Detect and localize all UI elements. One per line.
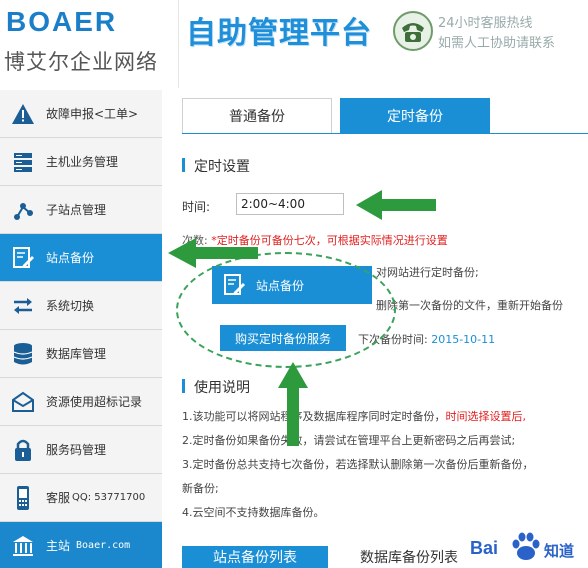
instruction-line-1-red: 时间选择设置后,: [445, 410, 527, 423]
sidebar-item-label: 系统切换: [46, 299, 95, 313]
sidebar-item-customer-service[interactable]: 客服 QQ: 53771700: [0, 474, 162, 522]
company-name: 博艾尔企业网络: [4, 50, 158, 74]
sidebar-item-site-backup[interactable]: 站点备份: [0, 234, 162, 282]
tab-normal-backup[interactable]: 普通备份: [182, 98, 332, 134]
sidebar-item-label: 资源使用超标记录: [46, 395, 143, 409]
database-icon: [0, 330, 46, 378]
sidebar-item-resource-records[interactable]: 资源使用超标记录: [0, 378, 162, 426]
instruction-line-4: 4.云空间不支持数据库备份。: [182, 506, 325, 519]
arrow-up-icon: [278, 362, 308, 446]
instruction-line-1-text: 1.该功能可以将网站程序及数据库程序同时定时备份，: [182, 410, 446, 423]
lock-icon: [0, 426, 46, 474]
hotline-text: 24小时客服热线: [438, 16, 533, 31]
sidebar-item-label: 服务码管理: [46, 443, 107, 457]
phone-icon: [393, 11, 433, 51]
server-icon: [0, 138, 46, 186]
sidebar-item-label: 站点备份: [46, 251, 95, 265]
backup-icon: [0, 234, 46, 282]
instruction-line-3-cont: 新备份;: [182, 482, 219, 495]
tab-timed-backup[interactable]: 定时备份: [340, 98, 490, 134]
watermark-bai: Bai: [470, 538, 499, 558]
watermark-zhidao: 知道: [544, 542, 575, 560]
instruction-line-3: 3.定时备份总共支持七次备份，若选择默认删除第一次备份后重新备份，: [182, 458, 534, 471]
customer-service-qq: QQ: 53771700: [72, 492, 146, 503]
sidebar-item-main-site[interactable]: 主站 Boaer.com: [0, 522, 162, 568]
substation-icon: [0, 186, 46, 234]
timing-heading: 定时设置: [182, 156, 250, 176]
instructions-heading: 使用说明: [182, 377, 250, 397]
switch-icon: [0, 282, 46, 330]
paw-icon: [512, 532, 540, 560]
time-input[interactable]: [236, 193, 344, 215]
sidebar-item-label: 子站点管理: [46, 203, 107, 217]
instruction-line-2: 2.定时备份如果备份失败，请尝试在管理平台上更新密码之后再尝试;: [182, 434, 516, 447]
hotline-subtext: 如需人工协助请联系: [438, 36, 556, 51]
main-site-url[interactable]: Boaer.com: [76, 540, 130, 551]
arrow-left-icon: [356, 190, 436, 220]
phone-icon: [0, 474, 46, 522]
backup-desc-line2: 删除第一次备份的文件，重新开始备份: [376, 299, 563, 312]
sidebar-item-label: 主站: [46, 539, 71, 553]
sidebar-item-substation[interactable]: 子站点管理: [0, 186, 162, 234]
mail-icon: [0, 378, 46, 426]
next-backup-date: 2015-10-11: [431, 333, 496, 346]
arrow-left-icon: [168, 238, 258, 268]
sidebar-item-fault-report[interactable]: 故障申报<工单>: [0, 90, 162, 138]
backup-desc-line1: 对网站进行定时备份;: [376, 266, 479, 279]
sidebar-item-label: 客服: [46, 491, 71, 505]
warning-icon: [0, 90, 46, 138]
tab-underline: [182, 133, 588, 134]
header-divider: [178, 0, 179, 88]
tab-database-backup-list[interactable]: 数据库备份列表: [344, 546, 474, 568]
sidebar-item-label: 主机业务管理: [46, 155, 119, 169]
tab-site-backup-list[interactable]: 站点备份列表: [182, 546, 328, 568]
bank-icon: [0, 522, 46, 568]
sidebar-item-database[interactable]: 数据库管理: [0, 330, 162, 378]
sidebar-item-label: 故障申报<工单>: [46, 107, 139, 121]
sidebar-item-system-switch[interactable]: 系统切换: [0, 282, 162, 330]
instruction-line-1: 1.该功能可以将网站程序及数据库程序同时定时备份，时间选择设置后,: [182, 408, 526, 424]
sidebar: 故障申报<工单> 主机业务管理 子站点管理 站点备份 系统切换 数据库管理 资源…: [0, 90, 162, 568]
time-label: 时间:: [182, 200, 211, 214]
header: BOAER 博艾尔企业网络 自助管理平台 24小时客服热线 如需人工协助请联系: [0, 0, 588, 88]
highlight-ellipse: [176, 252, 396, 368]
logo-text: BOAER: [6, 6, 118, 37]
sidebar-item-service-code[interactable]: 服务码管理: [0, 426, 162, 474]
baidu-watermark: Bai 知道: [470, 530, 586, 564]
sidebar-item-host-management[interactable]: 主机业务管理: [0, 138, 162, 186]
sidebar-item-label: 数据库管理: [46, 347, 107, 361]
platform-title: 自助管理平台: [186, 16, 372, 51]
